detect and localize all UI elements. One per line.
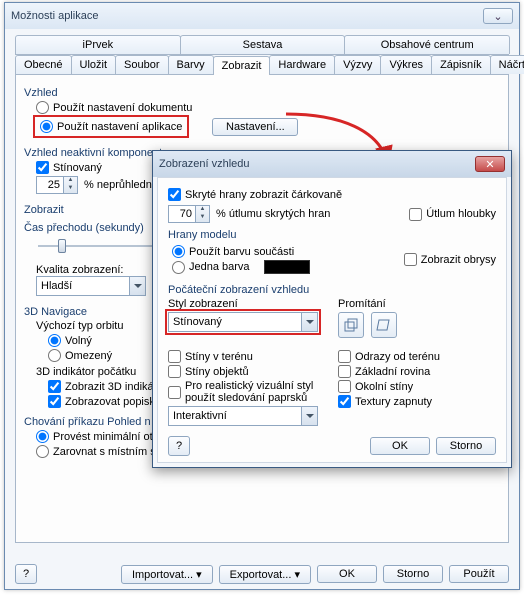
check-ground-plane[interactable]: Základní rovina: [338, 365, 496, 378]
radio-use-document[interactable]: Použít nastavení dokumentu: [36, 101, 500, 114]
sysmenu-icon[interactable]: ⌄: [483, 8, 513, 24]
projection-perspective-icon[interactable]: [338, 312, 364, 338]
close-icon[interactable]: ✕: [475, 156, 505, 172]
appearance-dialog: Zobrazení vzhledu ✕ Skryté hrany zobrazi…: [152, 150, 512, 468]
check-ground-reflections[interactable]: Odrazy od terénu: [338, 350, 496, 363]
apply-button[interactable]: Použít: [449, 565, 509, 583]
import-button[interactable]: Importovat... ▾: [121, 565, 213, 584]
projection-label: Promítání: [338, 298, 496, 310]
opacity-spinner[interactable]: ▲▼: [36, 176, 78, 194]
section-model-edges: Hrany modelu: [168, 229, 496, 241]
color-swatch[interactable]: [264, 260, 310, 274]
transition-slider[interactable]: [38, 238, 158, 254]
tab-soubor[interactable]: Soubor: [115, 55, 168, 74]
ok-button[interactable]: OK: [317, 565, 377, 583]
dialog-cancel-button[interactable]: Storno: [436, 437, 496, 455]
tab-ulozit[interactable]: Uložit: [71, 55, 117, 74]
tab-row: Obecné Uložit Soubor Barvy Zobrazit Hard…: [15, 55, 509, 75]
dialog-title: Zobrazení vzhledu: [159, 158, 472, 170]
check-raytracing[interactable]: Pro realistický vizuální styl použít sle…: [168, 380, 326, 404]
check-textures[interactable]: Textury zapnuty: [338, 395, 496, 408]
tab-nacrt[interactable]: Náčrt: [490, 55, 524, 74]
tab-hardware[interactable]: Hardware: [269, 55, 335, 74]
dimming-spinner[interactable]: ▲▼: [168, 205, 210, 223]
tab-zobrazit[interactable]: Zobrazit: [213, 56, 271, 75]
section-appearance: Vzhled: [24, 87, 500, 99]
check-depth-dimming[interactable]: Útlum hloubky: [409, 208, 496, 221]
main-title: Možnosti aplikace: [11, 10, 480, 22]
tab-zapisnik[interactable]: Zápisník: [431, 55, 491, 74]
check-ambient-shadows[interactable]: Okolní stíny: [338, 380, 496, 393]
cancel-button[interactable]: Storno: [383, 565, 443, 583]
check-hidden-dashed[interactable]: Skryté hrany zobrazit čárkovaně: [168, 188, 496, 201]
supertab-iprvek[interactable]: iPrvek: [15, 35, 181, 54]
projection-ortho-icon[interactable]: [371, 312, 397, 338]
export-button[interactable]: Exportovat... ▾: [219, 565, 311, 584]
check-object-shadows[interactable]: Stíny objektů: [168, 365, 326, 378]
settings-button[interactable]: Nastavení...: [212, 118, 298, 136]
radio-use-application[interactable]: Použít nastavení aplikace: [36, 118, 186, 135]
dialog-ok-button[interactable]: OK: [370, 437, 430, 455]
tab-barvy[interactable]: Barvy: [168, 55, 214, 74]
supertab-sestava[interactable]: Sestava: [180, 35, 346, 54]
supertab-content-center[interactable]: Obsahové centrum: [344, 35, 510, 54]
section-initial-display: Počáteční zobrazení vzhledu: [168, 284, 496, 296]
check-ground-shadows[interactable]: Stíny v terénu: [168, 350, 326, 363]
style-label: Styl zobrazení: [168, 298, 326, 310]
dialog-help-icon[interactable]: ?: [168, 436, 190, 456]
tab-obecne[interactable]: Obecné: [15, 55, 72, 74]
help-icon[interactable]: ?: [15, 564, 37, 584]
tab-vykres[interactable]: Výkres: [380, 55, 432, 74]
supertab-row: iPrvek Sestava Obsahové centrum: [15, 35, 509, 55]
radio-one-color[interactable]: Jedna barva: [172, 260, 392, 274]
dimming-suffix: % útlumu skrytých hran: [216, 208, 330, 220]
check-silhouettes[interactable]: Zobrazit obrysy: [404, 243, 496, 276]
opacity-suffix: % neprůhledné: [84, 179, 158, 191]
quality-combo[interactable]: Hladší: [36, 276, 146, 296]
style-combo[interactable]: Stínovaný: [168, 312, 318, 332]
tab-vyzvy[interactable]: Výzvy: [334, 55, 381, 74]
radio-part-color[interactable]: Použít barvu součásti: [172, 245, 392, 258]
raytracing-combo[interactable]: Interaktivní: [168, 406, 318, 426]
